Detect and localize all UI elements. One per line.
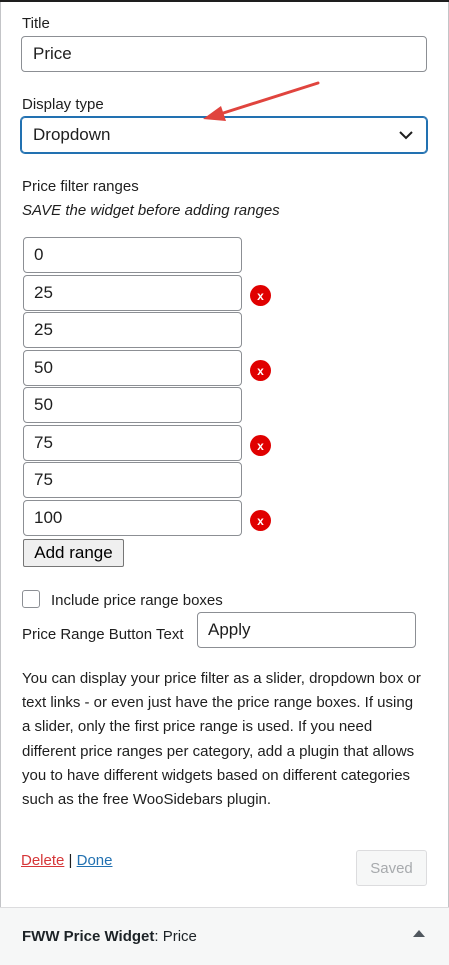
include-boxes-checkbox[interactable] bbox=[22, 590, 40, 608]
display-type-label: Display type bbox=[22, 96, 104, 113]
actions-separator: | bbox=[68, 852, 73, 869]
range-input[interactable]: 25 bbox=[23, 312, 242, 348]
title-input[interactable]: Price bbox=[21, 36, 427, 72]
range-input[interactable]: 75 bbox=[23, 425, 242, 461]
widget-title-separator: : bbox=[154, 928, 163, 945]
title-label: Title bbox=[22, 15, 50, 32]
button-text-input[interactable]: Apply bbox=[197, 612, 416, 648]
button-text-label: Price Range Button Text bbox=[22, 626, 184, 643]
ranges-note: SAVE the widget before adding ranges bbox=[22, 202, 280, 219]
range-input[interactable]: 50 bbox=[23, 387, 242, 423]
range-input[interactable]: 100 bbox=[23, 500, 242, 536]
widget-instance-title: Price bbox=[162, 928, 197, 945]
widget-title: FWW Price Widget: Price bbox=[22, 928, 197, 945]
range-input[interactable]: 25 bbox=[23, 275, 242, 311]
add-range-button[interactable]: Add range bbox=[23, 539, 124, 567]
delete-link[interactable]: Delete bbox=[21, 852, 64, 869]
range-input[interactable]: 75 bbox=[23, 462, 242, 498]
range-input[interactable]: 50 bbox=[23, 350, 242, 386]
saved-button[interactable]: Saved bbox=[356, 850, 427, 886]
remove-range-button[interactable]: x bbox=[250, 360, 271, 381]
triangle-up-icon[interactable] bbox=[413, 930, 425, 937]
widget-footer[interactable]: FWW Price Widget: Price bbox=[0, 907, 449, 965]
remove-range-button[interactable]: x bbox=[250, 510, 271, 531]
range-input[interactable]: 0 bbox=[23, 237, 242, 273]
chevron-down-icon bbox=[399, 131, 413, 140]
help-text: You can display your price filter as a s… bbox=[22, 670, 421, 809]
top-border bbox=[0, 0, 449, 2]
remove-range-button[interactable]: x bbox=[250, 285, 271, 306]
remove-range-button[interactable]: x bbox=[250, 435, 271, 456]
ranges-label: Price filter ranges bbox=[22, 178, 139, 195]
display-type-value: Dropdown bbox=[33, 125, 111, 144]
widget-actions: Delete | Done bbox=[21, 852, 112, 869]
done-link[interactable]: Done bbox=[77, 852, 113, 869]
include-boxes-label: Include price range boxes bbox=[51, 592, 223, 609]
annotation-arrow-icon bbox=[203, 81, 320, 121]
widget-name: FWW Price Widget bbox=[22, 928, 155, 945]
